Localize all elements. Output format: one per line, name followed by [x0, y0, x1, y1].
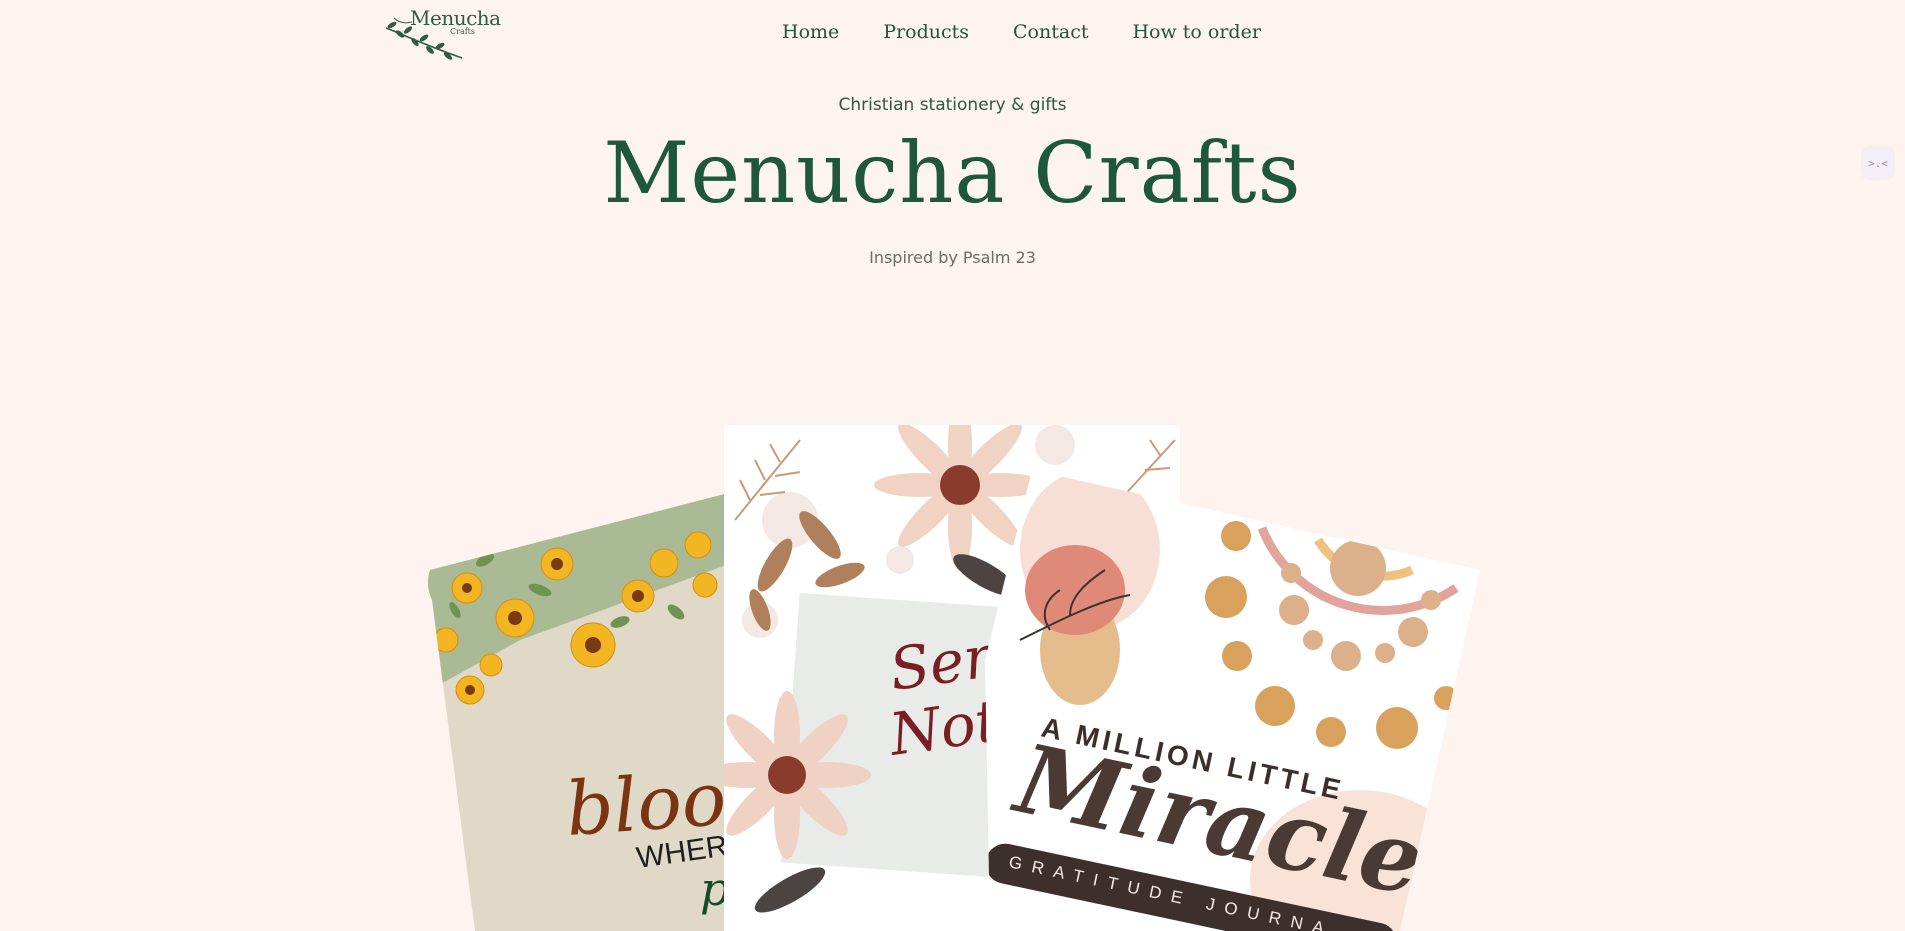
card1-text: WHERE YO — [634, 820, 800, 875]
card2-line2: Not — [884, 686, 1004, 769]
extension-icon-label: >.< — [1868, 156, 1888, 170]
main-nav: Home Products Contact How to order — [782, 21, 1261, 43]
logo-sub: Crafts — [450, 27, 475, 36]
hero-title: Menucha Crafts — [603, 124, 1302, 222]
nav-contact[interactable]: Contact — [1013, 21, 1088, 43]
product-card-gratitude-journal: A MILLION LITTLE Miracles GRATITUDE JOUR… — [985, 470, 1486, 931]
extension-icon[interactable]: >.< — [1863, 148, 1893, 178]
card1-tail: p — [700, 862, 729, 916]
card1-script: bloom — [563, 751, 799, 853]
daisy-top — [874, 425, 1046, 571]
card3-script: Miracles — [1004, 721, 1486, 929]
brand-logo[interactable]: Menucha Crafts — [382, 4, 501, 62]
nav-home[interactable]: Home — [782, 21, 839, 43]
card3-band: GRATITUDE JOURNA — [1007, 852, 1335, 931]
daisy-bottom — [724, 691, 871, 859]
hero-tagline: Christian stationery & gifts — [838, 95, 1067, 115]
product-card-bloom: bloom WHERE YO p — [427, 490, 800, 931]
nav-products[interactable]: Products — [883, 21, 969, 43]
card3-line1: A MILLION LITTLE — [1039, 712, 1347, 807]
product-card-sermon-notes: Serm Not — [724, 425, 1180, 931]
hero-inspired: Inspired by Psalm 23 — [869, 248, 1036, 267]
nav-how-to-order[interactable]: How to order — [1132, 21, 1260, 43]
card2-line1: Serm — [885, 615, 1050, 704]
